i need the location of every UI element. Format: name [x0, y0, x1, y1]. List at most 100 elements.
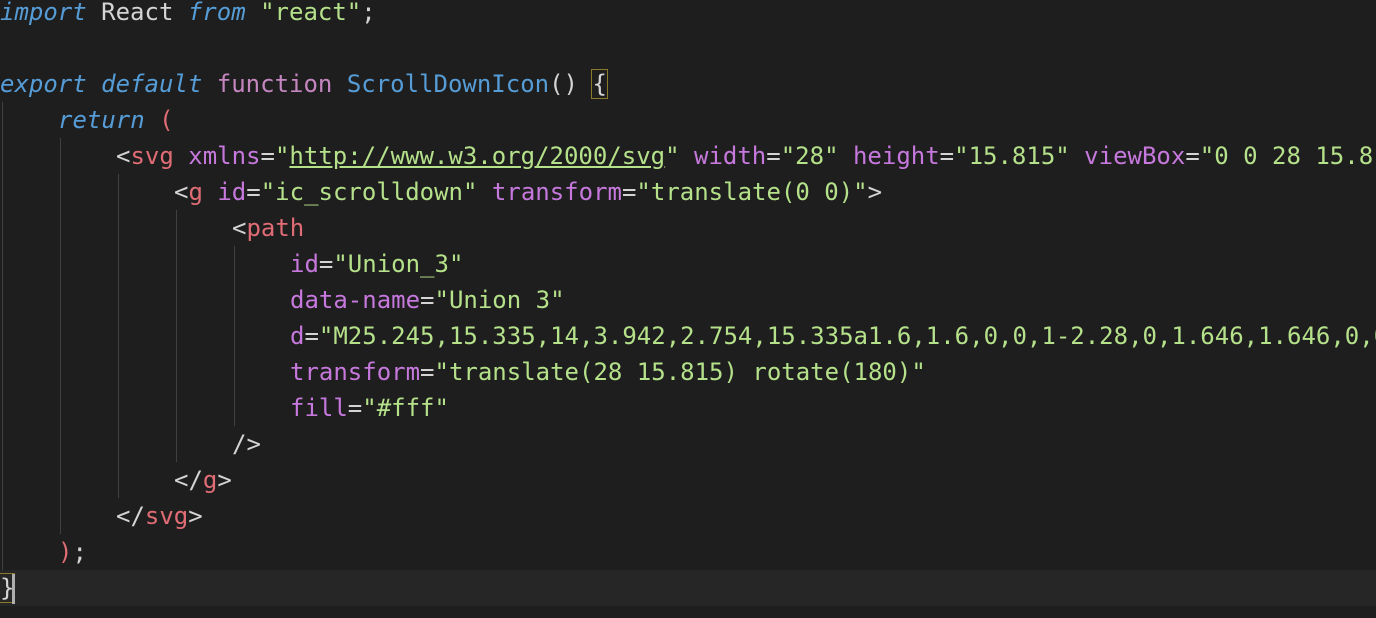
indent-guide: [2, 462, 3, 498]
code-line[interactable]: <svg xmlns="http://www.w3.org/2000/svg" …: [0, 138, 1376, 174]
code-line[interactable]: id="Union_3": [0, 246, 463, 282]
indent-guide: [60, 210, 61, 246]
indent-guide: [60, 498, 61, 534]
code-token: =: [420, 358, 435, 386]
code-token: =: [420, 286, 435, 314]
indent-guide: [2, 426, 3, 462]
code-token: </: [116, 502, 145, 530]
code-token: import: [0, 0, 87, 26]
indent-guide: [118, 318, 119, 354]
indent-guide: [118, 282, 119, 318]
indent-guide: [176, 354, 177, 390]
code-token: svg: [144, 502, 189, 530]
code-line[interactable]: data-name="Union 3": [0, 282, 565, 318]
indent-guide: [2, 534, 3, 570]
indent-guide: [234, 246, 235, 282]
code-token: =: [621, 178, 637, 206]
code-token: export: [0, 70, 87, 98]
code-line[interactable]: d="M25.245,15.335,14,3.942,2.754,15.335a…: [0, 318, 1376, 354]
code-token: =: [766, 142, 781, 170]
code-token: ;: [72, 538, 87, 566]
code-token: =: [318, 250, 334, 278]
code-token: "15.815": [954, 142, 1070, 170]
code-token: d: [290, 322, 305, 350]
code-token: http://www.w3.org/2000/svg: [289, 142, 666, 170]
code-token: "Union_3": [333, 250, 464, 278]
indent-guide: [176, 210, 177, 246]
text-caret: [12, 574, 15, 604]
indent-guide: [176, 318, 177, 354]
indent-guide: [2, 210, 3, 246]
code-line[interactable]: return (: [0, 102, 174, 138]
code-token: "0 0 28 15.815": [1199, 142, 1376, 170]
code-token: ;: [361, 0, 376, 26]
code-line[interactable]: );: [0, 534, 87, 570]
code-token: g: [188, 178, 203, 206]
code-token: fill: [290, 394, 348, 422]
indent-guide: [2, 282, 3, 318]
code-token: (): [549, 70, 593, 98]
code-token: =: [347, 394, 363, 422]
indent-guide: [118, 462, 119, 498]
code-token: >: [867, 178, 883, 206]
indent-guide: [118, 426, 119, 462]
code-token: function: [216, 70, 333, 98]
code-line[interactable]: />: [0, 426, 261, 462]
code-token: =: [1185, 142, 1200, 170]
indent-guide: [234, 282, 235, 318]
code-line[interactable]: <g id="ic_scrolldown" transform="transla…: [0, 174, 882, 210]
code-token: path: [246, 214, 305, 242]
code-line[interactable]: fill="#fff": [0, 390, 449, 426]
code-token: return: [58, 106, 145, 134]
indent-guide: [60, 354, 61, 390]
indent-guide: [2, 318, 3, 354]
indent-guide: [118, 354, 119, 390]
code-token: >: [217, 466, 232, 494]
code-token: from: [187, 0, 246, 26]
indent-guide: [60, 138, 61, 174]
code-token: {: [591, 69, 608, 99]
indent-guide: [2, 102, 3, 138]
code-token: <: [116, 142, 131, 170]
indent-guide: [176, 282, 177, 318]
code-token: React: [86, 0, 188, 26]
indent-guide: [60, 390, 61, 426]
code-token: transform: [477, 178, 622, 206]
code-token: <: [174, 178, 189, 206]
code-token: =: [304, 322, 319, 350]
code-token: =: [260, 142, 275, 170]
code-token: g: [202, 466, 218, 494]
indent-guide: [234, 318, 235, 354]
indent-guide: [118, 174, 119, 210]
code-editor[interactable]: import React from "react"; export default…: [0, 0, 1376, 618]
code-line[interactable]: export default function ScrollDownIcon()…: [0, 66, 608, 102]
code-line[interactable]: </g>: [0, 462, 232, 498]
code-token: ScrollDownIcon: [346, 70, 550, 98]
code-token: "translate(0 0)": [636, 178, 868, 206]
code-token: ": [274, 142, 290, 170]
code-token: =: [246, 178, 261, 206]
indent-guide: [2, 138, 3, 174]
code-token: "28": [780, 142, 839, 170]
indent-guide: [60, 426, 61, 462]
code-token: >: [188, 502, 203, 530]
code-token: transform: [290, 358, 421, 386]
code-line[interactable]: transform="translate(28 15.815) rotate(1…: [0, 354, 926, 390]
indent-guide: [2, 498, 3, 534]
indent-guide: [234, 354, 235, 390]
indent-guide: [2, 246, 3, 282]
code-token: default: [101, 70, 203, 98]
code-line[interactable]: import React from "react";: [0, 0, 376, 30]
indent-guide: [118, 246, 119, 282]
code-line-current[interactable]: }: [0, 570, 1376, 606]
indent-guide: [176, 426, 177, 462]
indent-guide: [60, 174, 61, 210]
code-line[interactable]: <path: [0, 210, 304, 246]
code-token: ": [665, 142, 680, 170]
code-line[interactable]: </svg>: [0, 498, 203, 534]
code-token: svg: [130, 142, 174, 170]
indent-guide: [60, 462, 61, 498]
code-token: xmlns: [173, 142, 261, 170]
